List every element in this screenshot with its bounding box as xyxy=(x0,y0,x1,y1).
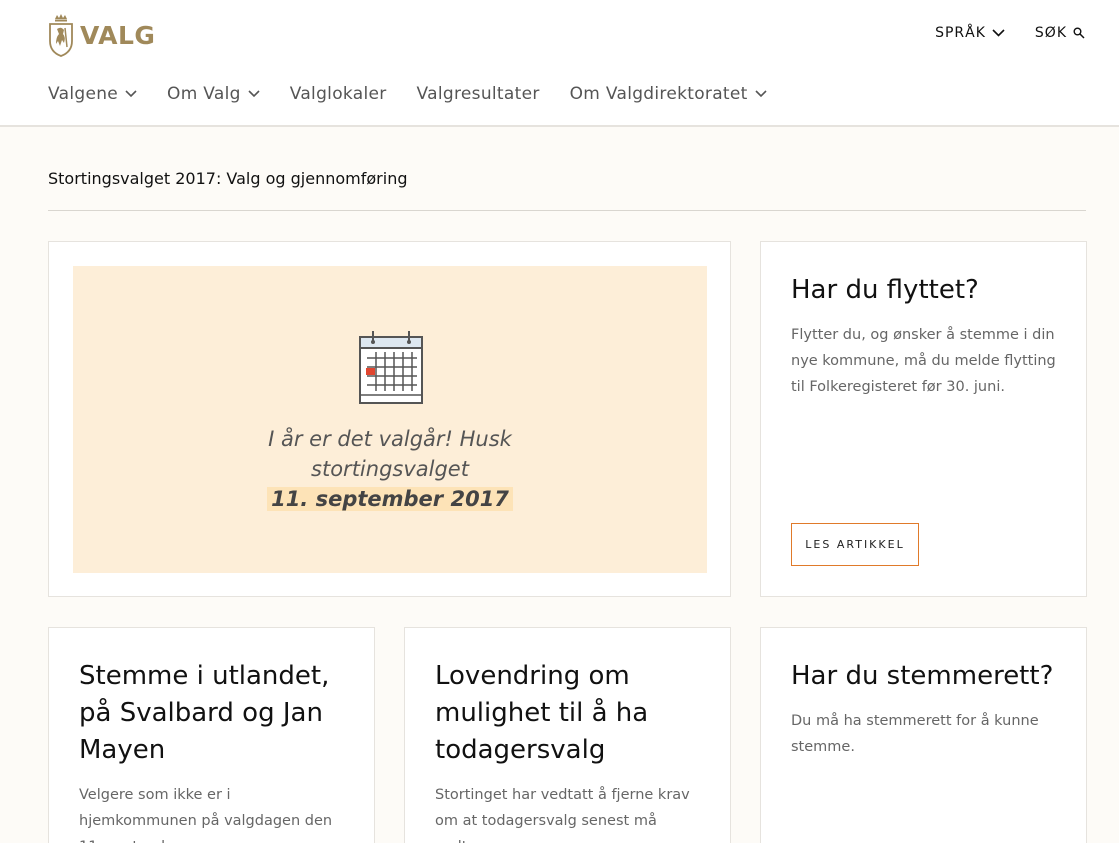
feature-line-2: stortingsvalget xyxy=(311,457,469,481)
feature-card[interactable]: I år er det valgår! Husk stortingsvalget… xyxy=(48,241,731,597)
feature-date: 11. september 2017 xyxy=(267,487,513,511)
nav-item-om-valgdirektoratet[interactable]: Om Valgdirektoratet xyxy=(570,84,767,104)
card-title: Har du stemmerett? xyxy=(791,661,1054,691)
nav-item-label: Om Valgdirektoratet xyxy=(569,84,748,104)
card-har-du-stemmerett[interactable]: Har du stemmerett? Du må ha stemmerett f… xyxy=(760,627,1087,843)
main-nav: Valgene Om Valg Valglokaler Valgresultat… xyxy=(48,84,797,104)
divider xyxy=(48,210,1086,211)
card-title: Stemme i utlandet, på Svalbard og Jan Ma… xyxy=(79,661,330,765)
site-header: VALG SPRÅK SØK Valgene Om Valg Valglokal… xyxy=(0,0,1119,127)
card-text: Stortinget har vedtatt å fjerne krav om … xyxy=(435,787,690,843)
feature-banner: I år er det valgår! Husk stortingsvalget… xyxy=(73,266,707,573)
card-title: Lovendring om mulighet til å ha todagers… xyxy=(435,661,649,765)
feature-text: I år er det valgår! Husk stortingsvalget… xyxy=(73,424,707,514)
coat-of-arms-icon xyxy=(49,14,73,57)
read-article-button[interactable]: LES ARTIKKEL xyxy=(791,523,919,566)
nav-item-label: Valglokaler xyxy=(289,84,387,104)
search-label: SØK xyxy=(1034,25,1067,41)
nav-item-label: Valgene xyxy=(48,84,119,104)
chevron-down-icon xyxy=(992,29,1005,37)
card-title: Har du flyttet? xyxy=(791,275,979,305)
nav-item-om-valg[interactable]: Om Valg xyxy=(167,84,260,104)
chevron-down-icon xyxy=(248,90,260,98)
logo[interactable]: VALG xyxy=(48,12,155,58)
search-icon xyxy=(1073,27,1085,39)
card-text: Du må ha stemmerett for å kunne stemme. xyxy=(791,713,1039,755)
card-text: Flytter du, og ønsker å stemme i din nye… xyxy=(791,327,1056,395)
nav-item-label: Om Valg xyxy=(167,84,241,104)
logo-text: VALG xyxy=(80,20,156,50)
card-text: Velgere som ikke er i hjemkommunen på va… xyxy=(79,787,333,843)
chevron-down-icon xyxy=(125,90,137,98)
nav-item-valgresultater[interactable]: Valgresultater xyxy=(417,84,540,104)
feature-line-1: I år er det valgår! Husk xyxy=(268,427,512,451)
chevron-down-icon xyxy=(755,90,767,98)
language-button[interactable]: SPRÅK xyxy=(935,25,1005,41)
card-stemme-i-utlandet[interactable]: Stemme i utlandet, på Svalbard og Jan Ma… xyxy=(48,627,375,843)
language-label: SPRÅK xyxy=(935,25,986,41)
nav-item-valglokaler[interactable]: Valglokaler xyxy=(290,84,387,104)
nav-item-valgene[interactable]: Valgene xyxy=(48,84,137,104)
card-lovendring[interactable]: Lovendring om mulighet til å ha todagers… xyxy=(404,627,731,843)
nav-item-label: Valgresultater xyxy=(416,84,540,104)
search-button[interactable]: SØK xyxy=(1035,25,1085,41)
calendar-icon xyxy=(359,331,423,404)
page-title: Stortingsvalget 2017: Valg og gjennomfør… xyxy=(48,169,408,188)
card-har-du-flyttet[interactable]: Har du flyttet? Flytter du, og ønsker å … xyxy=(760,241,1087,597)
top-actions: SPRÅK SØK xyxy=(935,25,1085,41)
